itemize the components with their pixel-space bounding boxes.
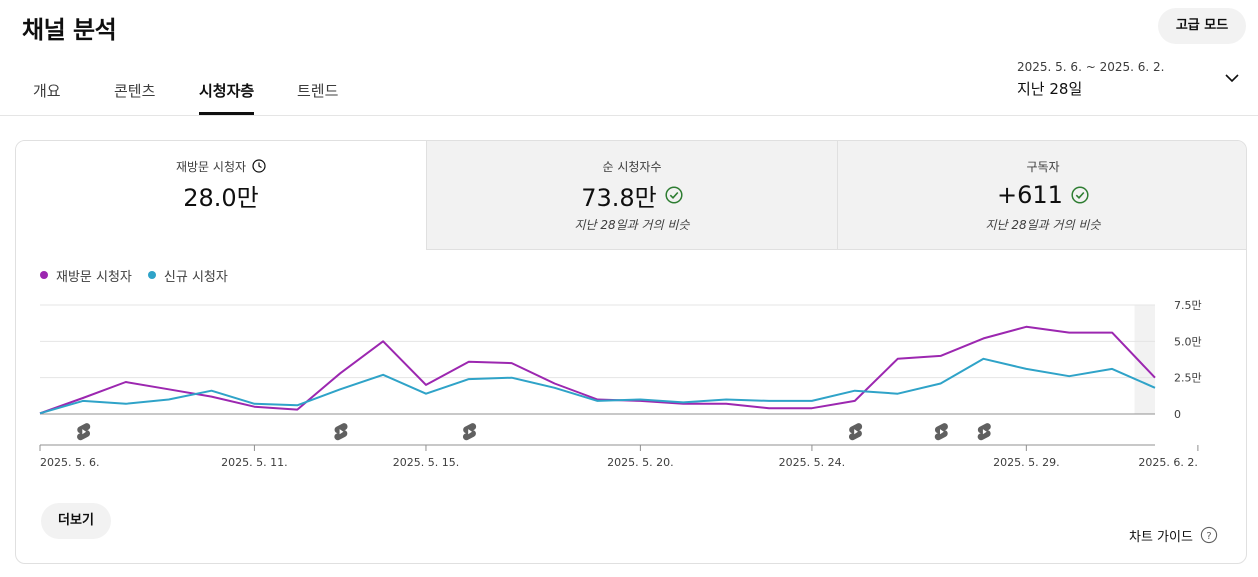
x-tick-label: 2025. 5. 11. xyxy=(221,456,287,469)
tab-bar: 개요 콘텐츠 시청자층 트렌드 xyxy=(0,68,760,116)
audience-card: 재방문 시청자 28.0만 순 시청자수 73.8만 지난 28일과 거의 비슷… xyxy=(15,140,1247,564)
x-tick-label: 2025. 5. 29. xyxy=(993,456,1059,469)
y-tick-label: 5.0만 xyxy=(1174,335,1202,348)
date-range-period: 지난 28일 xyxy=(1017,80,1083,98)
date-range-selector[interactable]: 2025. 5. 6. ~ 2025. 6. 2. 지난 28일 xyxy=(1017,60,1247,104)
more-button[interactable]: 더보기 xyxy=(41,503,111,539)
x-tick-label: 2025. 5. 24. xyxy=(779,456,845,469)
svg-text:?: ? xyxy=(1206,531,1211,542)
page-title: 채널 분석 xyxy=(22,16,117,44)
y-tick-label: 0 xyxy=(1174,408,1181,421)
audience-line-chart: 7.5만 5.0만 2.5만 0 2025. 5. 6. 2025. 5. 11. 2025… xyxy=(39,299,1202,469)
chart-guide-link[interactable]: 차트 가이드 ? xyxy=(1129,525,1218,545)
x-tick-label: 2025. 5. 15. xyxy=(393,456,459,469)
chevron-down-icon[interactable] xyxy=(1224,70,1240,86)
shorts-icon xyxy=(934,423,948,441)
shorts-icon xyxy=(977,423,991,441)
x-tick-label: 2025. 5. 6. xyxy=(40,456,99,469)
shorts-icon xyxy=(848,423,863,441)
date-range-dates: 2025. 5. 6. ~ 2025. 6. 2. xyxy=(1017,60,1165,74)
tab-content[interactable]: 콘텐츠 xyxy=(114,68,155,116)
tab-overview[interactable]: 개요 xyxy=(33,68,61,116)
advanced-mode-button[interactable]: 고급 모드 xyxy=(1158,8,1246,44)
tab-trends[interactable]: 트렌드 xyxy=(297,68,338,116)
x-tick-label: 2025. 5. 20. xyxy=(607,456,673,469)
help-circle-icon[interactable]: ? xyxy=(1200,526,1218,544)
series-line-new xyxy=(39,357,1156,415)
y-tick-label: 2.5만 xyxy=(1174,372,1202,385)
shorts-icon xyxy=(334,423,348,441)
chart-guide-label: 차트 가이드 xyxy=(1129,529,1193,545)
shorts-icon xyxy=(77,423,91,441)
tab-audience[interactable]: 시청자층 xyxy=(199,68,255,116)
shorts-icon xyxy=(462,423,477,441)
x-tick-label: 2025. 6. 2. xyxy=(1138,456,1197,469)
header-divider xyxy=(0,115,1258,116)
y-tick-label: 7.5만 xyxy=(1174,299,1202,312)
